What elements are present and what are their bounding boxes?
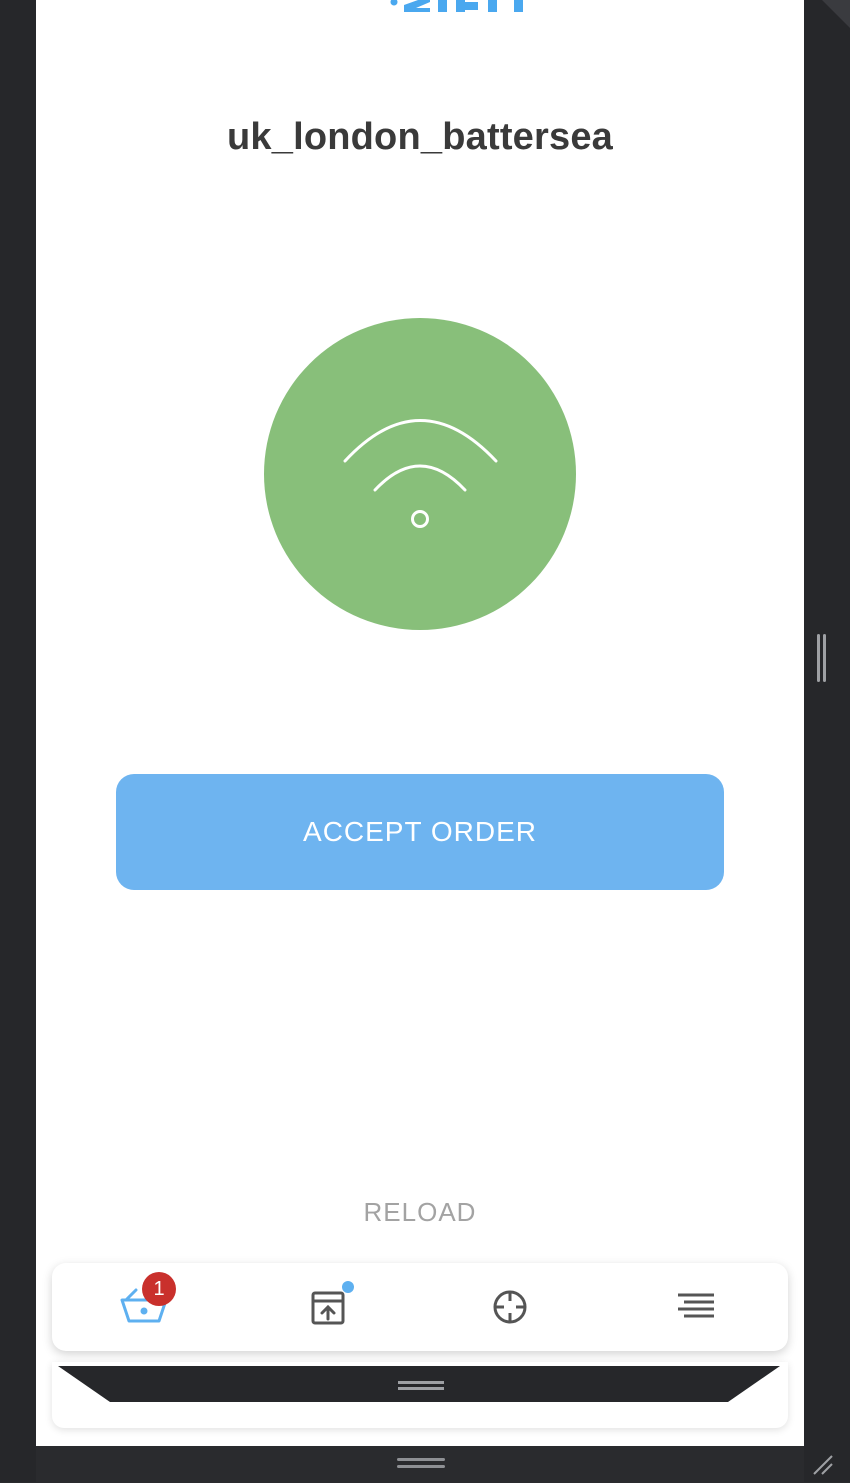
nav-item-archive[interactable] [268, 1263, 388, 1351]
corner-notch [822, 0, 850, 28]
accept-order-button[interactable]: ACCEPT ORDER [116, 774, 724, 890]
basket-icon [120, 1288, 168, 1323]
side-resize-handle[interactable] [817, 634, 827, 682]
bottom-sheet-peek[interactable] [52, 1362, 788, 1428]
archive-upload-icon [311, 1291, 345, 1325]
archive-notification-dot [342, 1281, 354, 1293]
connection-status-indicator [264, 318, 576, 630]
nav-item-basket[interactable]: 1 [84, 1263, 204, 1351]
nav-item-target[interactable] [450, 1263, 570, 1351]
app-screen: uk_london_battersea ACCEPT ORDER RELOAD … [36, 0, 804, 1446]
reload-button[interactable]: RELOAD [320, 1190, 520, 1234]
crosshair-icon [493, 1290, 527, 1324]
bottom-navigation-bar: 1 [52, 1263, 788, 1351]
wifi-signal-icon [343, 419, 498, 528]
window-bottom-handle[interactable] [397, 1458, 445, 1472]
resize-corner-icon[interactable] [810, 1452, 836, 1478]
brand-logo [390, 0, 530, 12]
window-frame-left [0, 0, 36, 1482]
basket-count-badge: 1 [142, 1272, 176, 1306]
store-name-title: uk_london_battersea [226, 116, 613, 158]
window-frame-right [804, 0, 850, 1482]
menu-lines-icon [678, 1293, 714, 1318]
nav-item-menu[interactable] [636, 1263, 756, 1351]
